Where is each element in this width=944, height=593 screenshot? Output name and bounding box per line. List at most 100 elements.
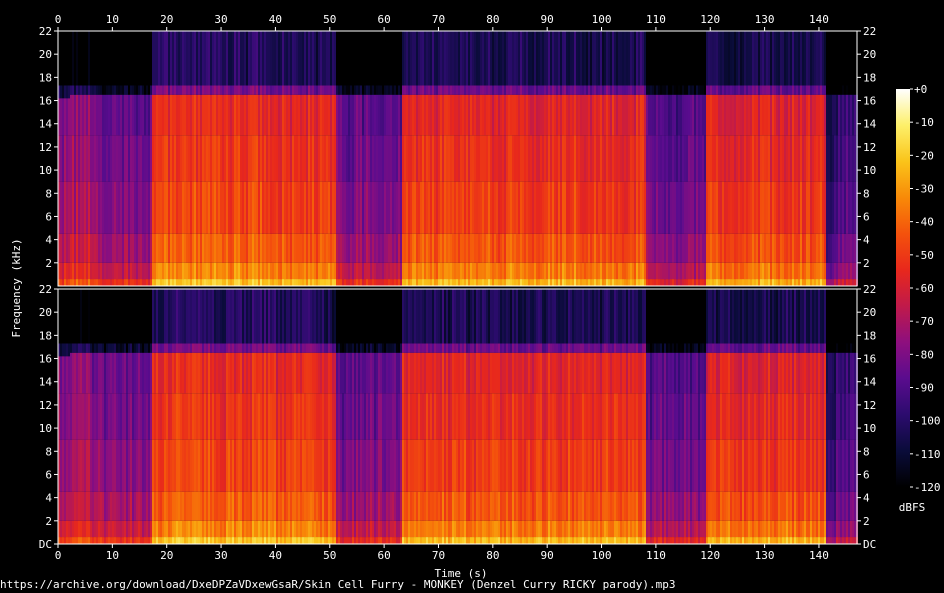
spectrogram-cell: [96, 279, 98, 286]
spectrogram-cell: [92, 31, 94, 86]
spectrogram-cell: [436, 537, 438, 544]
spectrogram-cell: [440, 343, 442, 353]
spectrogram-cell: [472, 279, 474, 286]
spectrogram-cell: [476, 94, 478, 136]
spectrogram-cell: [386, 262, 388, 280]
spectrogram-cell: [498, 31, 500, 86]
spectrogram-cell: [190, 343, 192, 353]
spectrogram-cell: [352, 135, 354, 182]
spectrogram-cell: [480, 439, 482, 492]
spectrogram-cell: [664, 85, 666, 95]
spectrogram-cell: [62, 31, 64, 86]
spectrogram-cell: [158, 343, 160, 353]
spectrogram-cell: [256, 181, 258, 234]
spectrogram-cell: [686, 262, 688, 280]
spectrogram-cell: [454, 439, 456, 492]
spectrogram-cell: [792, 233, 794, 263]
spectrogram-cell: [552, 262, 554, 280]
spectrogram-cell: [810, 262, 812, 280]
spectrogram-cell: [120, 262, 122, 280]
spectrogram-cell: [124, 537, 126, 544]
spectrogram-cell: [568, 279, 570, 286]
spectrogram-cell: [194, 233, 196, 263]
spectrogram-cell: [122, 94, 124, 136]
spectrogram-cell: [360, 343, 362, 353]
spectrogram-cell: [644, 135, 646, 182]
spectrogram-cell: [82, 233, 84, 263]
spectrogram-cell: [208, 279, 210, 286]
spectrogram-cell: [840, 85, 842, 95]
spectrogram-cell: [798, 262, 800, 280]
spectrogram-cell: [746, 85, 748, 95]
spectrogram-cell: [384, 352, 386, 394]
spectrogram-cell: [466, 94, 468, 136]
spectrogram-cell: [316, 537, 318, 544]
spectrogram-cell: [154, 491, 156, 521]
spectrogram-cell: [352, 279, 354, 286]
spectrogram-cell: [210, 262, 212, 280]
spectrogram-cell: [742, 181, 744, 234]
spectrogram-cell: [448, 343, 450, 353]
spectrogram-cell: [810, 233, 812, 263]
spectrogram-cell: [572, 279, 574, 286]
spectrogram-cell: [710, 85, 712, 95]
spectrogram-cell: [368, 352, 370, 394]
spectrogram-cell: [274, 289, 276, 344]
spectrogram-cell: [418, 94, 420, 136]
spectrogram-cell: [780, 181, 782, 234]
spectrogram-cell: [120, 85, 122, 95]
spectrogram-cell: [726, 262, 728, 280]
spectrogram-cell: [480, 135, 482, 182]
spectrogram-cell: [602, 279, 604, 286]
spectrogram-cell: [312, 181, 314, 234]
spectrogram-cell: [328, 289, 330, 344]
spectrogram-cell: [812, 31, 814, 86]
spectrogram-cell: [226, 343, 228, 353]
spectrogram-cell: [348, 289, 350, 344]
spectrogram-cell: [210, 491, 212, 521]
spectrogram-cell: [384, 262, 386, 280]
spectrogram-cell: [714, 94, 716, 136]
spectrogram-cell: [126, 439, 128, 492]
spectrogram-cell: [106, 233, 108, 263]
spectrogram-cell: [390, 233, 392, 263]
spectrogram-cell: [168, 520, 170, 538]
spectrogram-cell: [376, 262, 378, 280]
spectrogram-cell: [492, 393, 494, 440]
spectrogram-cell: [712, 31, 714, 86]
spectrogram-cell: [618, 181, 620, 234]
spectrogram-cell: [148, 262, 150, 280]
spectrogram-cell: [610, 135, 612, 182]
spectrogram-cell: [382, 262, 384, 280]
spectrogram-cell: [166, 262, 168, 280]
spectrogram-cell: [520, 279, 522, 286]
spectrogram-cell: [694, 85, 696, 95]
spectrogram-cell: [136, 343, 138, 353]
spectrogram-cell: [230, 85, 232, 95]
spectrogram-cell: [264, 439, 266, 492]
spectrogram-cell: [232, 343, 234, 353]
spectrogram-cell: [170, 94, 172, 136]
spectrogram-cell: [316, 352, 318, 394]
spectrogram-cell: [252, 181, 254, 234]
spectrogram-cell: [694, 262, 696, 280]
spectrogram-cell: [404, 279, 406, 286]
spectrogram-cell: [816, 233, 818, 263]
spectrogram-cell: [658, 279, 660, 286]
spectrogram-cell: [92, 233, 94, 263]
spectrogram-cell: [466, 537, 468, 544]
spectrogram-cell: [664, 31, 666, 86]
spectrogram-cell: [436, 491, 438, 521]
spectrogram-cell: [480, 352, 482, 394]
spectrogram-cell: [112, 343, 114, 353]
spectrogram-cell: [84, 262, 86, 280]
spectrogram-cell: [850, 94, 852, 136]
spectrogram-cell: [498, 343, 500, 353]
spectrogram-cell: [634, 262, 636, 280]
spectrogram-cell: [538, 135, 540, 182]
spectrogram-cell: [348, 520, 350, 538]
spectrogram-cell: [124, 520, 126, 538]
spectrogram-cell: [454, 537, 456, 544]
spectrogram-cell: [84, 94, 86, 136]
spectrogram-cell: [770, 233, 772, 263]
